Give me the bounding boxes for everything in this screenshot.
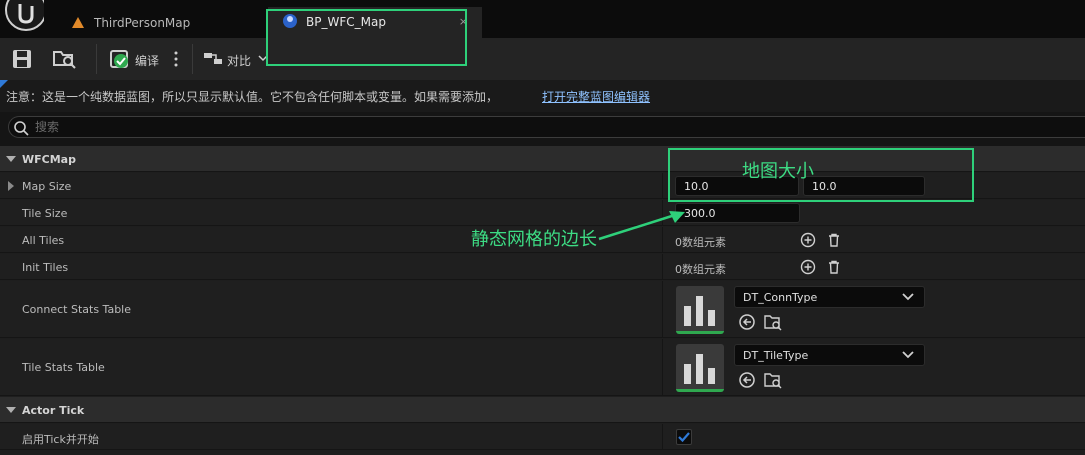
column-splitter[interactable] <box>662 424 663 449</box>
diff-icon <box>204 53 222 64</box>
compile-check-icon <box>110 50 128 68</box>
search-input[interactable] <box>35 118 935 136</box>
property-row-init-tiles: Init Tiles 0数组元素 <box>0 254 1085 280</box>
column-splitter[interactable] <box>662 173 663 198</box>
browse-button[interactable] <box>52 47 78 71</box>
annotation-highlight-tab <box>266 9 467 66</box>
save-icon <box>13 50 31 68</box>
column-splitter[interactable] <box>662 339 663 395</box>
collapse-arrow-icon <box>6 156 16 162</box>
column-splitter[interactable] <box>662 254 663 279</box>
asset-thumbnail[interactable] <box>676 344 724 392</box>
data-table-icon <box>684 296 715 326</box>
diff-label: 对比 <box>227 54 252 68</box>
category-label: WFCMap <box>22 153 76 166</box>
chevron-down-icon <box>902 351 914 359</box>
save-button[interactable] <box>10 47 34 71</box>
checkmark-icon <box>678 432 690 443</box>
asset-picker-combo[interactable]: DT_ConnType <box>734 286 925 308</box>
property-name: Connect Stats Table <box>22 303 132 316</box>
column-splitter[interactable] <box>662 281 663 337</box>
search-box <box>8 116 1085 138</box>
category-label: Actor Tick <box>22 404 85 417</box>
trash-icon[interactable] <box>826 259 842 275</box>
array-count: 0数组元素 <box>675 263 726 276</box>
tab-thirdpersonmap[interactable]: ThirdPersonMap <box>62 8 266 36</box>
collapse-arrow-icon <box>6 407 16 413</box>
toolbar-divider <box>96 44 97 74</box>
compile-options-button[interactable] <box>170 47 182 71</box>
use-selected-asset-icon[interactable] <box>738 371 756 389</box>
level-icon <box>70 15 86 31</box>
notice-text: 注意：这是一个纯数据蓝图，所以只显示默认值。它不包含任何脚本或变量。如果需要添加… <box>6 90 499 104</box>
chevron-down-icon <box>902 293 914 301</box>
asset-name: DT_ConnType <box>743 291 818 304</box>
open-full-blueprint-editor-link[interactable]: 打开完整蓝图编辑器 <box>542 88 650 105</box>
property-name: Tile Stats Table <box>22 361 105 374</box>
property-name: Init Tiles <box>22 261 69 274</box>
toolbar: 编译 对比 <box>0 38 1085 80</box>
compile-label: 编译 <box>135 54 160 68</box>
property-row-connect-stats-table: Connect Stats Table DT_ConnType <box>0 281 1085 338</box>
diff-button[interactable]: 对比 <box>202 47 272 71</box>
tab-bar: ThirdPersonMap BP_WFC_Map × <box>0 0 1085 38</box>
expand-arrow-icon[interactable] <box>8 181 14 191</box>
annotation-highlight-map-size <box>668 148 974 202</box>
browse-asset-icon[interactable] <box>764 371 782 389</box>
use-selected-asset-icon[interactable] <box>738 313 756 331</box>
property-row-tile-size: Tile Size 300.0 <box>0 200 1085 226</box>
annotation-tile-edge-label: 静态网格的边长 <box>471 229 597 250</box>
unreal-logo-icon[interactable] <box>4 0 47 38</box>
tick-enabled-checkbox[interactable] <box>676 429 692 445</box>
folder-search-icon <box>53 51 76 69</box>
property-name: All Tiles <box>22 234 65 247</box>
property-row-start-with-tick-enabled: 启用Tick并开始 <box>0 424 1085 450</box>
more-vertical-icon <box>174 51 178 67</box>
notice-corner-marker <box>0 80 8 88</box>
search-icon <box>14 121 29 136</box>
toolbar-divider <box>192 44 193 74</box>
property-name: Tile Size <box>22 207 68 220</box>
trash-icon[interactable] <box>826 232 842 248</box>
add-element-icon[interactable] <box>800 232 816 248</box>
property-name: 启用Tick并开始 <box>22 433 99 446</box>
asset-picker-combo[interactable]: DT_TileType <box>734 344 925 366</box>
annotation-map-size-label: 地图大小 <box>742 161 814 182</box>
category-actor-tick[interactable]: Actor Tick <box>0 397 1085 423</box>
tab-label: ThirdPersonMap <box>94 16 191 30</box>
data-table-icon <box>684 354 715 384</box>
add-element-icon[interactable] <box>800 259 816 275</box>
property-row-tile-stats-table: Tile Stats Table DT_TileType <box>0 339 1085 396</box>
browse-asset-icon[interactable] <box>764 313 782 331</box>
asset-thumbnail[interactable] <box>676 286 724 334</box>
tile-size-field[interactable]: 300.0 <box>675 203 800 223</box>
property-name: Map Size <box>22 180 72 193</box>
annotation-arrow <box>598 211 685 241</box>
data-only-notice: 注意：这是一个纯数据蓝图，所以只显示默认值。它不包含任何脚本或变量。如果需要添加… <box>0 80 1085 112</box>
asset-name: DT_TileType <box>743 349 809 362</box>
